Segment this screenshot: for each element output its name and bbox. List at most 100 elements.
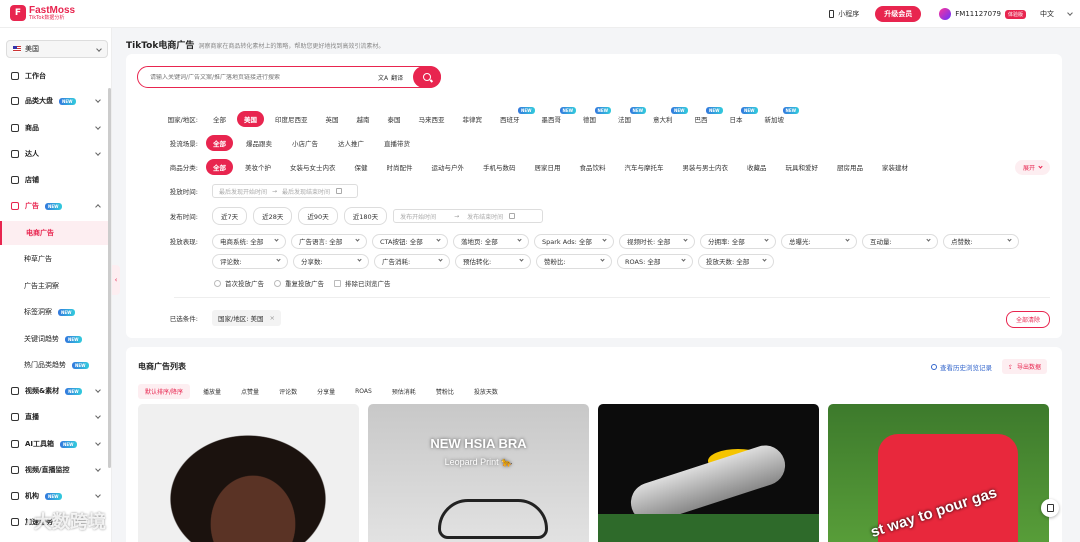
sidebar-item[interactable]: 广告 NEW xyxy=(0,194,111,218)
expand-button[interactable]: 展开 xyxy=(1014,159,1050,175)
region-chip[interactable]: 全部 xyxy=(206,111,233,127)
region-chip[interactable]: 马来西亚 xyxy=(412,111,452,127)
sort-tab[interactable]: 投放天数 xyxy=(467,384,505,399)
scene-chip[interactable]: 爆品跟卖 xyxy=(239,135,279,151)
category-chip[interactable]: 女装与女士内衣 xyxy=(283,159,343,175)
region-chip[interactable]: 意大利 NEW xyxy=(646,107,688,127)
sort-tab[interactable]: 分享量 xyxy=(310,384,342,399)
category-chip[interactable]: 食品饮料 xyxy=(573,159,613,175)
sidebar-item[interactable]: 达人 xyxy=(0,142,111,166)
scene-chip[interactable]: 小店广告 xyxy=(285,135,325,151)
publish-quick-button[interactable]: 近7天 xyxy=(212,207,248,225)
sort-tab[interactable]: 评论数 xyxy=(272,384,304,399)
region-chip[interactable]: 美国 xyxy=(237,111,264,127)
category-chip[interactable]: 美妆个护 xyxy=(238,159,278,175)
sort-tab[interactable]: 默认排序/降序 xyxy=(138,384,191,399)
sidebar-item[interactable]: 商品 xyxy=(0,116,111,140)
performance-dropdown[interactable]: 广告语言: 全部 xyxy=(291,233,367,249)
ad-thumbnail-1[interactable] xyxy=(138,404,359,542)
sort-tab[interactable]: ROAS xyxy=(348,385,379,398)
performance-dropdown[interactable]: 点赞数: xyxy=(943,233,1019,249)
ad-thumbnail-2[interactable]: NEW HSIA BRA Leopard Print 🐆 xyxy=(368,404,589,542)
upgrade-button[interactable]: 升级会员 xyxy=(875,6,922,22)
sidebar-subitem[interactable]: 标签洞察 NEW xyxy=(0,300,111,324)
mini-program-link[interactable]: 小程序 xyxy=(829,9,859,19)
ad-type-option[interactable]: 首次投放广告 xyxy=(214,278,264,288)
sidebar-item[interactable]: 直播 xyxy=(0,405,111,429)
sidebar-subitem[interactable]: 关键词趋势 NEW xyxy=(0,327,111,351)
region-chip[interactable]: 日本 NEW xyxy=(723,107,758,127)
ad-type-option[interactable]: 重复投放广告 xyxy=(274,278,324,288)
performance-dropdown[interactable]: CTA按钮: 全部 xyxy=(372,233,448,249)
category-chip[interactable]: 汽车与摩托车 xyxy=(618,159,671,175)
performance-dropdown[interactable]: 落地页: 全部 xyxy=(453,233,529,249)
sort-tab[interactable]: 赞粉比 xyxy=(429,384,461,399)
performance-dropdown[interactable]: 视频时长: 全部 xyxy=(619,233,695,249)
category-chip[interactable]: 家装建材 xyxy=(875,159,915,175)
region-chip[interactable]: 巴西 NEW xyxy=(688,107,723,127)
publish-date-range[interactable]: 发布开始时间 → 发布结束时间 xyxy=(393,209,544,223)
ad-thumbnail-4[interactable]: st way to pour gas xyxy=(828,404,1049,542)
performance-dropdown[interactable]: ROAS: 全部 xyxy=(617,253,693,269)
performance-dropdown[interactable]: 赞粉比: xyxy=(536,253,612,269)
sidebar-collapse-handle[interactable]: ‹ xyxy=(112,265,120,295)
region-select[interactable]: 美国 xyxy=(6,40,108,58)
category-chip[interactable]: 厨房用品 xyxy=(830,159,870,175)
category-chip[interactable]: 男装与男士内衣 xyxy=(676,159,736,175)
category-chip[interactable]: 全部 xyxy=(206,159,233,175)
category-chip[interactable]: 手机与数码 xyxy=(476,159,523,175)
region-chip[interactable]: 法国 NEW xyxy=(611,107,646,127)
export-button[interactable]: ⇪ 导出数据 xyxy=(1002,359,1047,374)
sidebar-subitem[interactable]: 热门品类趋势 NEW xyxy=(0,353,111,377)
ad-thumbnail-3[interactable] xyxy=(598,404,819,542)
performance-dropdown[interactable]: 电商系统: 全部 xyxy=(212,233,286,249)
performance-dropdown[interactable]: 广告消耗: xyxy=(374,253,450,269)
logo[interactable]: F FastMoss TikTok数据分析 xyxy=(10,5,75,21)
sidebar-item[interactable]: 视频&素材 NEW xyxy=(0,379,111,403)
category-chip[interactable]: 玩具和爱好 xyxy=(779,159,826,175)
sort-tab[interactable]: 播放量 xyxy=(196,384,228,399)
close-icon[interactable]: × xyxy=(269,314,274,322)
search-input[interactable] xyxy=(150,73,370,81)
ad-type-option[interactable]: 排除已浏览广告 xyxy=(334,278,391,288)
performance-dropdown[interactable]: 投放天数: 全部 xyxy=(698,253,774,269)
region-chip[interactable]: 西班牙 NEW xyxy=(493,107,535,127)
region-chip[interactable]: 德国 NEW xyxy=(576,107,611,127)
region-chip[interactable]: 越南 xyxy=(350,111,377,127)
search-button[interactable] xyxy=(413,65,441,88)
sidebar-item[interactable]: 工作台 xyxy=(0,64,111,88)
region-chip[interactable]: 英国 xyxy=(319,111,346,127)
sidebar-item[interactable]: 视频/直播监控 xyxy=(0,458,111,482)
sidebar-item[interactable]: 机构 NEW xyxy=(0,484,111,508)
region-chip[interactable]: 墨西哥 NEW xyxy=(535,107,576,127)
user-menu[interactable]: FM11127079 体验版 xyxy=(939,8,1026,20)
sidebar-subitem[interactable]: 广告主洞察 xyxy=(0,274,111,298)
sidebar-item[interactable]: 品类大盘 NEW xyxy=(0,89,111,113)
sidebar-item[interactable]: AI工具箱 NEW xyxy=(0,432,111,456)
clear-all-button[interactable]: 全部清除 xyxy=(1005,311,1050,328)
sidebar-item[interactable]: 店铺 xyxy=(0,168,111,192)
performance-dropdown[interactable]: Spark Ads: 全部 xyxy=(534,233,614,249)
launch-date-range[interactable]: 最后发现开始时间 → 最后发现结束时间 xyxy=(212,184,358,198)
category-chip[interactable]: 收藏品 xyxy=(740,159,774,175)
category-chip[interactable]: 居家日用 xyxy=(528,159,568,175)
performance-dropdown[interactable]: 分享数: xyxy=(293,253,369,269)
performance-dropdown[interactable]: 互动量: xyxy=(862,233,938,249)
sidebar-subitem[interactable]: 种草广告 xyxy=(0,247,111,271)
region-chip[interactable]: 新加坡 NEW xyxy=(758,107,799,127)
sort-tab[interactable]: 预估消耗 xyxy=(385,384,423,399)
category-chip[interactable]: 运动与户外 xyxy=(425,159,472,175)
sidebar-subitem[interactable]: 电商广告 xyxy=(0,221,111,245)
region-chip[interactable]: 菲律宾 xyxy=(456,111,490,127)
performance-dropdown[interactable]: 分拥率: 全部 xyxy=(700,233,776,249)
sort-tab[interactable]: 点赞量 xyxy=(234,384,266,399)
scene-chip[interactable]: 直播带货 xyxy=(377,135,417,151)
sidebar-scrollbar[interactable] xyxy=(108,88,111,468)
performance-dropdown[interactable]: 预估转化: xyxy=(455,253,531,269)
scene-chip[interactable]: 全部 xyxy=(206,135,233,151)
publish-quick-button[interactable]: 近90天 xyxy=(298,207,338,225)
region-chip[interactable]: 泰国 xyxy=(381,111,408,127)
selected-condition-tag[interactable]: 国家/地区: 美国 × xyxy=(212,310,281,326)
scene-chip[interactable]: 达人推广 xyxy=(331,135,371,151)
publish-quick-button[interactable]: 近28天 xyxy=(253,207,293,225)
